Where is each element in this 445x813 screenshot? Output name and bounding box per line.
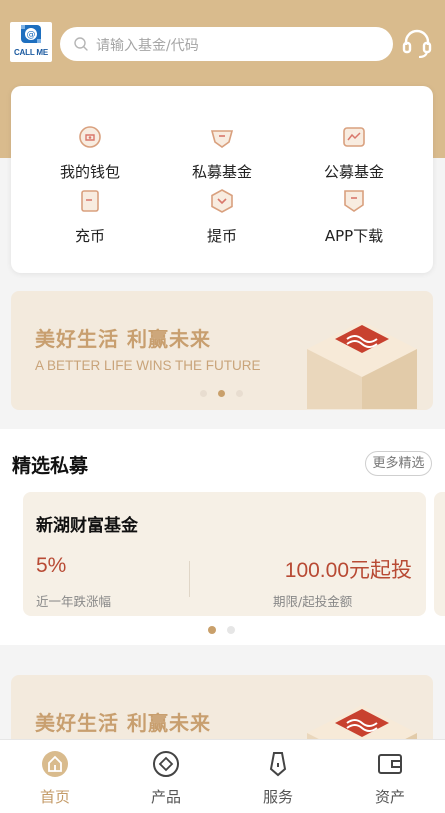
quick-item-label: 公募基金	[323, 163, 384, 181]
banner-title: 美好生活 利赢未来	[35, 711, 211, 735]
pagination-dot-active[interactable]	[218, 390, 225, 397]
deposit-icon	[81, 190, 99, 212]
public-fund-icon	[343, 127, 365, 147]
quick-item-deposit[interactable]: 充币	[30, 188, 150, 246]
section-title: 精选私募	[12, 455, 89, 477]
tab-product[interactable]: 产品	[136, 750, 196, 807]
quick-item-app-download[interactable]: APP下载	[294, 188, 414, 246]
private-fund-icon	[210, 130, 234, 148]
tab-label: 产品	[150, 788, 181, 806]
banner-subtitle: A BETTER LIFE WINS THE FUTURE	[35, 358, 261, 373]
quick-item-label: 充币	[74, 227, 105, 245]
quick-item-label: 提币	[206, 227, 237, 245]
callme-logo-icon: @ CALL ME	[10, 22, 52, 62]
fund-min-amount: 100.00元起投	[284, 559, 412, 582]
pagination-dot[interactable]	[200, 390, 207, 397]
assets-icon	[378, 754, 402, 774]
tab-service[interactable]: 服务	[248, 750, 308, 807]
download-icon	[344, 190, 364, 212]
fund-pagination	[208, 626, 238, 634]
pagination-dot[interactable]	[227, 626, 235, 634]
pagination-dot[interactable]	[236, 390, 243, 397]
search-icon	[74, 37, 88, 51]
withdraw-icon	[211, 189, 233, 213]
fund-rate-label: 近一年跌涨幅	[36, 594, 112, 609]
tab-assets[interactable]: 资产	[360, 750, 420, 807]
fund-amount-label: 期限/起投金额	[273, 594, 353, 609]
bottom-tab-bar: 首页 产品 服务 资产	[0, 739, 445, 813]
wallet-icon	[79, 126, 101, 148]
fund-card[interactable]: 新湖财富基金 5% 近一年跌涨幅 100.00元起投 期限/起投金额	[23, 492, 426, 616]
more-featured-button[interactable]: 更多精选	[365, 451, 432, 476]
svg-text:@: @	[27, 30, 36, 40]
quick-item-wallet[interactable]: 我的钱包	[30, 124, 150, 182]
search-placeholder: 请输入基金/代码	[96, 38, 199, 54]
quick-item-withdraw[interactable]: 提币	[162, 188, 282, 246]
quick-menu-card: 我的钱包 私募基金 公募基金 充币 提币 APP下载	[11, 86, 433, 273]
search-input[interactable]: 请输入基金/代码	[60, 27, 393, 61]
banner-title: 美好生活 利赢未来	[35, 327, 211, 351]
headset-icon[interactable]	[400, 26, 434, 60]
fund-divider	[189, 561, 190, 597]
tab-label: 首页	[39, 788, 70, 806]
featured-private-section: 精选私募 更多精选 新湖财富基金 5% 近一年跌涨幅 100.00元起投 期限/…	[0, 429, 445, 645]
promo-banner[interactable]: 美好生活 利赢未来 A BETTER LIFE WINS THE FUTURE	[11, 291, 433, 410]
quick-item-private-fund[interactable]: 私募基金	[162, 124, 282, 182]
tab-label: 资产	[374, 788, 405, 806]
quick-item-label: 我的钱包	[59, 163, 120, 181]
fund-name: 新湖财富基金	[36, 516, 138, 536]
logo-text: CALL ME	[13, 48, 48, 57]
quick-item-public-fund[interactable]: 公募基金	[294, 124, 414, 182]
fund-rate: 5%	[36, 554, 67, 577]
home-icon	[42, 751, 68, 777]
tab-label: 服务	[262, 788, 293, 806]
tab-home[interactable]: 首页	[25, 750, 85, 807]
quick-item-label: 私募基金	[191, 163, 252, 181]
pagination-dot-active[interactable]	[208, 626, 216, 634]
quick-item-label: APP下载	[324, 227, 384, 245]
service-icon	[269, 752, 287, 777]
header: @ CALL ME 请输入基金/代码	[0, 0, 445, 88]
gift-box-illustration	[307, 321, 417, 409]
product-icon	[153, 751, 179, 777]
next-fund-card[interactable]	[434, 492, 445, 616]
banner-pagination	[200, 390, 248, 398]
